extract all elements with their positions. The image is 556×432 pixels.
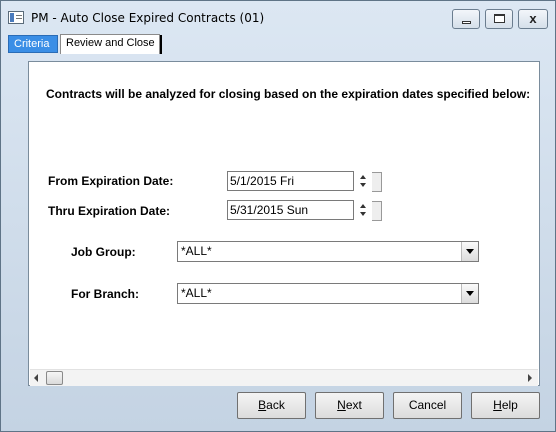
spin-up-icon[interactable] [360,204,366,208]
next-mnemonic: N [337,398,346,412]
close-button[interactable]: x [518,9,548,29]
minimize-icon [462,21,471,24]
help-button[interactable]: Help [471,392,540,419]
maximize-icon [494,14,505,23]
from-date-calendar-handle[interactable] [372,172,382,192]
dropdown-arrow-icon[interactable] [461,242,478,261]
maximize-button[interactable] [485,9,513,29]
horizontal-scrollbar[interactable] [30,369,538,386]
title-bar[interactable]: PM - Auto Close Expired Contracts (01) x [1,1,555,32]
dropdown-arrow-icon[interactable] [461,284,478,303]
back-label-rest: ack [266,398,285,412]
close-icon: x [529,11,537,26]
thru-date-spinner[interactable] [358,200,370,220]
tab-review-and-close[interactable]: Review and Close [60,34,162,54]
job-group-label: Job Group: [71,245,136,259]
job-group-value: *ALL* [181,244,212,258]
thru-date-label: Thru Expiration Date: [48,204,171,218]
thru-date-input[interactable]: 5/31/2015 Sun [227,200,354,220]
from-date-input[interactable]: 5/1/2015 Fri [227,171,354,191]
back-mnemonic: B [258,398,267,412]
branch-value: *ALL* [181,286,212,300]
branch-select[interactable]: *ALL* [177,283,479,304]
scroll-right-icon[interactable] [528,374,532,382]
back-button[interactable]: Back [237,392,306,419]
branch-label: For Branch: [71,287,140,301]
spin-down-icon[interactable] [360,212,366,216]
window-title: PM - Auto Close Expired Contracts (01) [31,11,265,25]
scroll-thumb[interactable] [46,371,63,385]
help-mnemonic: H [493,398,502,412]
minimize-button[interactable] [452,9,480,29]
job-group-select[interactable]: *ALL* [177,241,479,262]
spin-up-icon[interactable] [360,175,366,179]
from-date-label: From Expiration Date: [48,174,174,188]
from-date-spinner[interactable] [358,171,370,191]
app-icon[interactable] [8,11,24,24]
help-label-rest: elp [501,398,518,412]
next-label-rest: ext [345,398,362,412]
scroll-left-icon[interactable] [34,374,38,382]
tab-criteria[interactable]: Criteria [8,35,58,53]
thru-date-calendar-handle[interactable] [372,201,382,221]
cancel-button[interactable]: Cancel [393,392,462,419]
next-button[interactable]: Next [315,392,384,419]
app-window: PM - Auto Close Expired Contracts (01) x… [0,0,556,432]
instructions-heading: Contracts will be analyzed for closing b… [46,87,531,101]
criteria-panel: Contracts will be analyzed for closing b… [28,61,540,386]
spin-down-icon[interactable] [360,183,366,187]
